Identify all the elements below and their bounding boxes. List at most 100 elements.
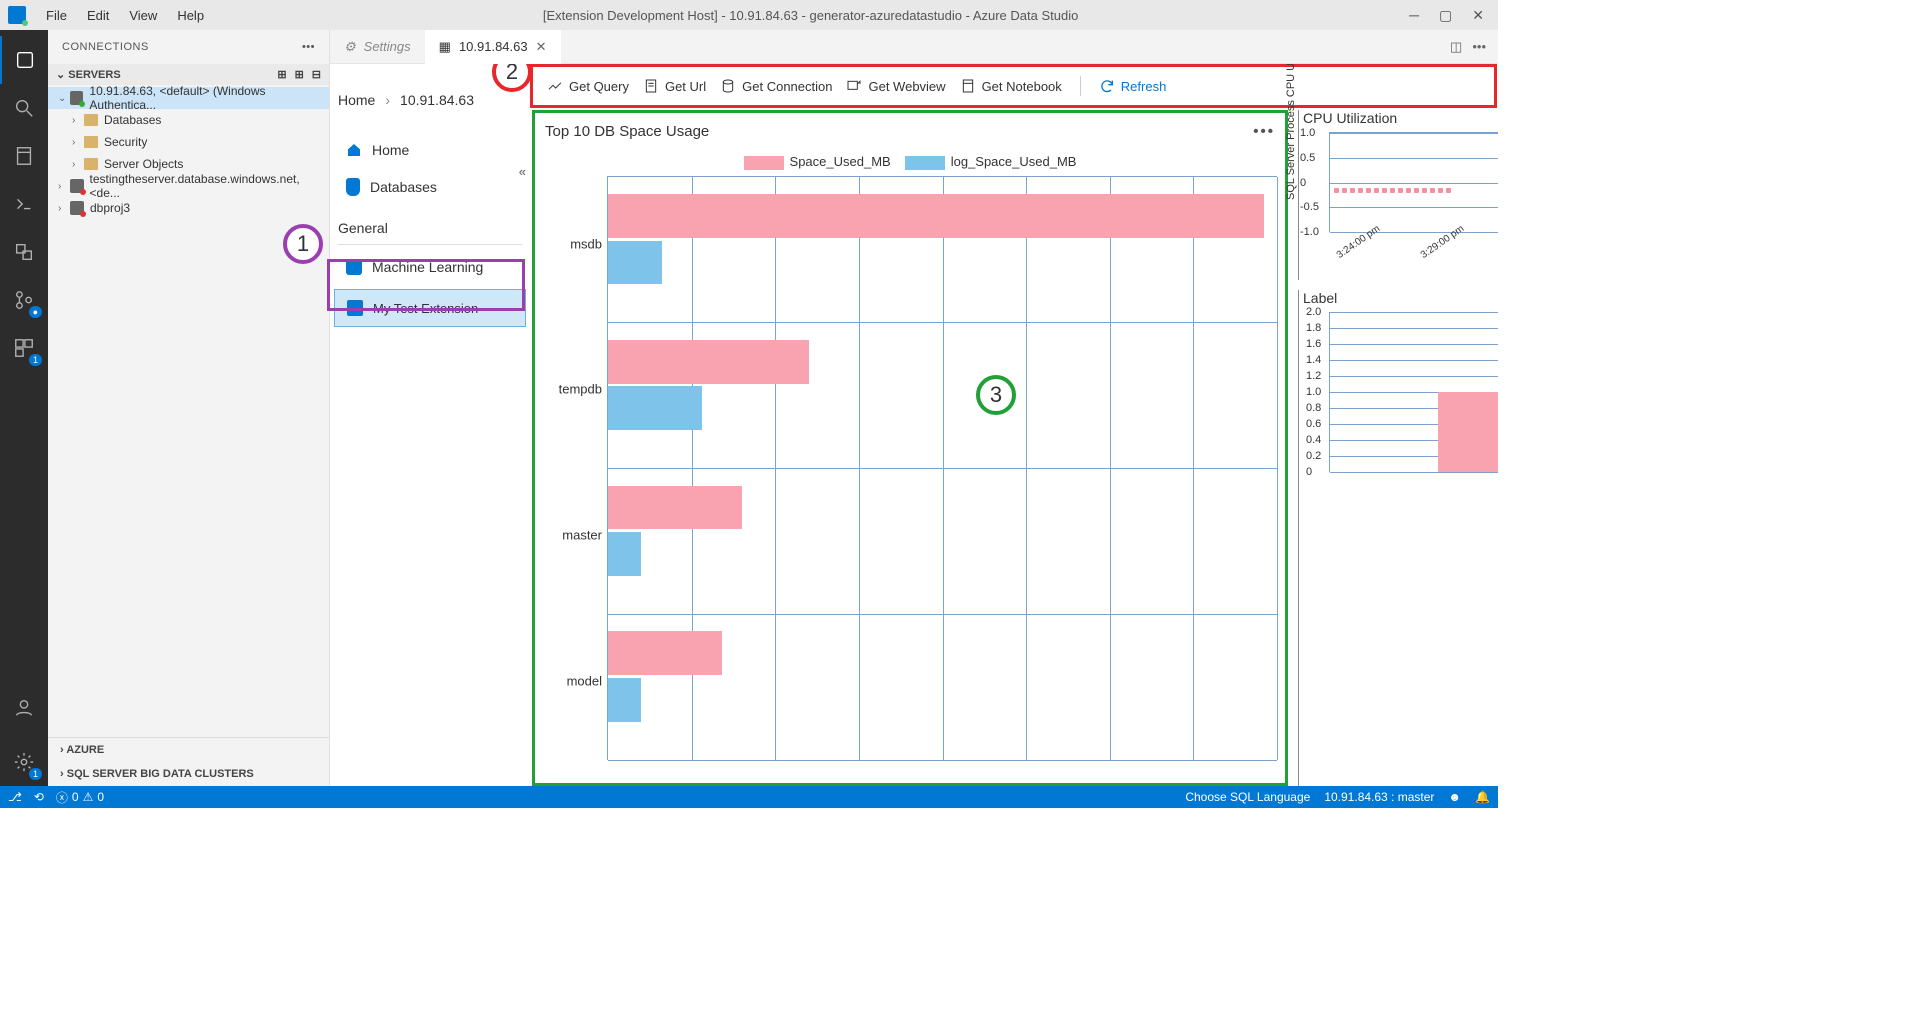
new-group-icon[interactable]: ⊞ [295,68,304,81]
x-tick: 3:29:00 pm [1419,223,1466,261]
badge: 1 [29,768,42,780]
server-icon: ▦ [439,39,451,55]
menu-file[interactable]: File [38,4,75,27]
dashboard-pane: Get Query Get Url Get Connection Get Web… [530,64,1498,786]
get-notebook-button[interactable]: Get Notebook [960,78,1062,94]
tree-node-server[interactable]: ›testingtheserver.database.windows.net, … [48,175,329,197]
breadcrumb-current: 10.91.84.63 [400,92,474,108]
minimize-button[interactable]: ─ [1409,7,1419,24]
extension-toolbar: Get Query Get Url Get Connection Get Web… [530,64,1497,108]
nav-databases[interactable]: Databases [330,168,530,206]
activity-explorer[interactable] [0,228,48,276]
status-problems[interactable]: ⓧ 0 ⚠ 0 [56,789,104,806]
x-tick: 3:24:00 pm [1335,223,1382,261]
home-icon [346,142,362,158]
activity-connections[interactable] [0,36,48,84]
widget-title: Top 10 DB Space Usage [545,123,709,140]
callout-3: 3 [976,375,1016,415]
widget-cpu: CPU Utilization SQL Server Process CPU U… [1298,110,1498,280]
nav-home[interactable]: Home [330,132,530,168]
close-button[interactable]: ✕ [1472,7,1484,24]
refresh-button[interactable]: Refresh [1099,78,1167,94]
activity-account[interactable] [0,684,48,732]
activity-search[interactable] [0,84,48,132]
menu-help[interactable]: Help [169,4,212,27]
y-axis-label: SQL Server Process CPU Utiliza [1285,64,1297,200]
tab-settings[interactable]: ⚙ Settings [330,30,425,63]
badge: 1 [29,354,42,366]
window-title: [Extension Development Host] - 10.91.84.… [212,8,1409,23]
activity-notebooks[interactable] [0,132,48,180]
legend-swatch [744,156,784,170]
sidebar-bottom-sections: › AZURE › SQL SERVER BIG DATA CLUSTERS [48,737,329,786]
status-branch[interactable]: ⎇ [8,790,22,804]
tree-node-security[interactable]: ›Security [48,131,329,153]
nav-group-general: General [330,206,530,242]
nav-my-test-extension[interactable]: My Test Extension [334,289,526,327]
editor-area: ⚙ Settings ▦ 10.91.84.63 ✕ ◫ ••• Home › … [330,30,1498,786]
tree-node-server[interactable]: ⌄10.91.84.63, <default> (Windows Authent… [48,87,329,109]
chart-category: tempdb [544,382,602,397]
legend-swatch [905,156,945,170]
sidebar-header: CONNECTIONS ••• [48,30,329,64]
status-feedback-icon[interactable]: ☻ [1448,790,1461,804]
divider [338,244,522,245]
sidebar-section-servers[interactable]: ⌄ SERVERS ⊞ ⊞ ⊟ [48,64,329,85]
chevron-right-icon: › [385,92,390,108]
split-editor-icon[interactable]: ◫ [1450,39,1462,55]
editor-more-icon[interactable]: ••• [1472,39,1486,54]
folder-icon [84,136,98,148]
ml-icon [346,259,362,275]
collapse-nav-icon[interactable]: « [519,164,526,179]
editor-tabs: ⚙ Settings ▦ 10.91.84.63 ✕ ◫ ••• [330,30,1498,64]
chart-category: model [544,673,602,688]
breadcrumb-home[interactable]: Home [338,92,375,108]
app-icon [8,6,26,24]
get-connection-button[interactable]: Get Connection [720,78,832,94]
status-language[interactable]: Choose SQL Language [1185,790,1310,804]
server-icon [70,201,84,215]
sidebar-section-bigdata[interactable]: › SQL SERVER BIG DATA CLUSTERS [48,762,329,786]
folder-icon [84,158,98,170]
menu-view[interactable]: View [121,4,165,27]
status-bar: ⎇ ⟲ ⓧ 0 ⚠ 0 Choose SQL Language 10.91.84… [0,786,1498,808]
sidebar-more-icon[interactable]: ••• [302,41,315,53]
status-connection[interactable]: 10.91.84.63 : master [1324,790,1434,804]
activity-settings[interactable]: 1 [0,738,48,786]
widgets-row: Top 10 DB Space Usage ••• Space_Used_MB … [530,110,1498,786]
server-tree: ⌄10.91.84.63, <default> (Windows Authent… [48,85,329,737]
server-icon [70,91,84,105]
sidebar: CONNECTIONS ••• ⌄ SERVERS ⊞ ⊞ ⊟ ⌄10.91.8… [48,30,330,786]
tab-server-dashboard[interactable]: ▦ 10.91.84.63 ✕ [425,30,561,64]
cpu-data-points [1334,181,1494,196]
activity-terminal[interactable] [0,180,48,228]
close-tab-icon[interactable]: ✕ [536,39,547,55]
sidebar-section-azure[interactable]: › AZURE [48,738,329,762]
maximize-button[interactable]: ▢ [1439,7,1452,24]
menu-edit[interactable]: Edit [79,4,117,27]
settings-icon: ⚙ [344,39,356,55]
sidebar-title: CONNECTIONS [62,41,149,53]
get-query-button[interactable]: Get Query [547,78,629,94]
activity-extensions[interactable]: 1 [0,324,48,372]
get-webview-button[interactable]: Get Webview [846,78,945,94]
extension-icon [347,300,363,316]
status-bell-icon[interactable]: 🔔 [1475,790,1490,804]
widget-menu-icon[interactable]: ••• [1253,123,1275,140]
activity-source-control[interactable]: ● [0,276,48,324]
chart-category: msdb [544,236,602,251]
dashboard-nav: Home › 10.91.84.63 Home Databases Genera… [330,64,530,786]
main-layout: ● 1 1 CONNECTIONS ••• ⌄ SERVERS ⊞ ⊞ ⊟ ⌄1… [0,30,1498,786]
badge: ● [29,306,42,318]
tree-node-server[interactable]: ›dbproj3 [48,197,329,219]
new-connection-icon[interactable]: ⊞ [277,68,286,81]
activity-bar: ● 1 1 [0,30,48,786]
chart-legend: Space_Used_MB log_Space_Used_MB [543,146,1277,176]
collapse-icon[interactable]: ⊟ [312,68,321,81]
tree-node-databases[interactable]: ›Databases [48,109,329,131]
get-url-button[interactable]: Get Url [643,78,706,94]
widget-title: Label [1303,290,1498,306]
status-sync[interactable]: ⟲ [34,790,44,804]
editor-content: Home › 10.91.84.63 Home Databases Genera… [330,64,1498,786]
nav-machine-learning[interactable]: Machine Learning [330,249,530,285]
